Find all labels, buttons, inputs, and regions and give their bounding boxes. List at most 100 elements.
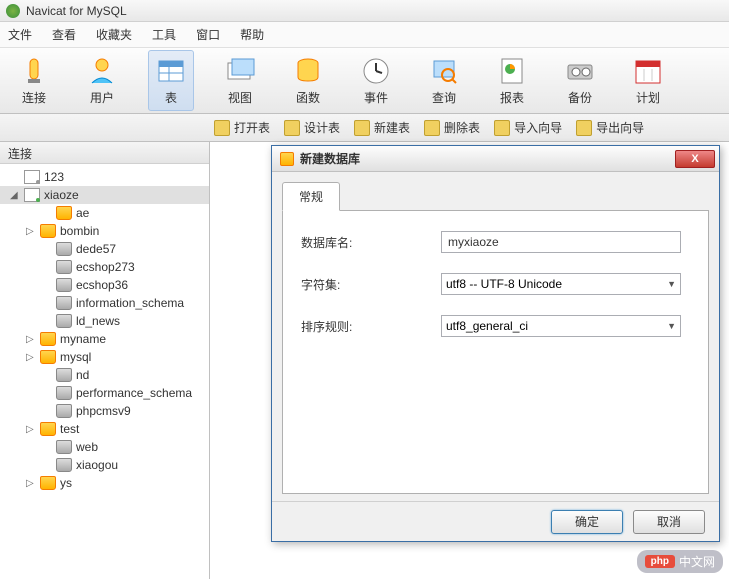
- new-database-dialog: 新建数据库 X 常规 数据库名: 字符集: utf8 -- UTF-8 Unic…: [271, 145, 720, 542]
- tree-server-xiaoze[interactable]: ◢xiaoze: [0, 186, 209, 204]
- tree-db-information-schema[interactable]: information_schema: [0, 294, 209, 312]
- tree-db-web[interactable]: web: [0, 438, 209, 456]
- title-bar: Navicat for MySQL: [0, 0, 729, 22]
- chevron-down-icon: ▼: [667, 321, 676, 331]
- function-icon: [292, 55, 324, 87]
- database-icon: [56, 278, 72, 292]
- tree-server-123[interactable]: 123: [0, 168, 209, 186]
- toolbar-label: 用户: [90, 89, 114, 106]
- collapse-arrow-icon[interactable]: ▷: [26, 478, 36, 489]
- subtool-new-table[interactable]: 新建表: [354, 119, 410, 136]
- ok-button[interactable]: 确定: [551, 510, 623, 534]
- collapse-arrow-icon[interactable]: ▷: [26, 352, 36, 363]
- menu-tools[interactable]: 工具: [152, 26, 176, 43]
- toolbar-label: 计划: [636, 89, 660, 106]
- toolbar-report[interactable]: 报表: [490, 51, 534, 110]
- backup-icon: [564, 55, 596, 87]
- connection-tree: 123 ◢xiaoze ae ▷bombin dede57 ecshop273 …: [0, 164, 209, 496]
- menu-view[interactable]: 查看: [52, 26, 76, 43]
- collapse-arrow-icon[interactable]: ▷: [26, 334, 36, 345]
- tree-db-phpcmsv9[interactable]: phpcmsv9: [0, 402, 209, 420]
- server-icon: [24, 170, 40, 184]
- window-title: Navicat for MySQL: [26, 4, 127, 18]
- form-row-charset: 字符集: utf8 -- UTF-8 Unicode ▼: [301, 273, 690, 295]
- toolbar-schedule[interactable]: 计划: [626, 51, 670, 110]
- collation-select[interactable]: utf8_general_ci ▼: [441, 315, 681, 337]
- database-icon: [56, 386, 72, 400]
- sidebar: 连接 123 ◢xiaoze ae ▷bombin dede57 ecshop2…: [0, 142, 210, 579]
- database-icon: [56, 368, 72, 382]
- tree-db-test[interactable]: ▷test: [0, 420, 209, 438]
- toolbar-label: 事件: [364, 89, 388, 106]
- report-icon: [496, 55, 528, 87]
- tree-db-ae[interactable]: ae: [0, 204, 209, 222]
- toolbar-table[interactable]: 表: [148, 50, 194, 111]
- view-icon: [224, 55, 256, 87]
- import-icon: [494, 120, 510, 136]
- database-icon: [40, 224, 56, 238]
- menu-window[interactable]: 窗口: [196, 26, 220, 43]
- menu-bar: 文件 查看 收藏夹 工具 窗口 帮助: [0, 22, 729, 48]
- database-icon: [56, 440, 72, 454]
- tree-db-myname[interactable]: ▷myname: [0, 330, 209, 348]
- tree-db-xiaogou[interactable]: xiaogou: [0, 456, 209, 474]
- dbname-input[interactable]: [441, 231, 681, 253]
- toolbar-query[interactable]: 查询: [422, 51, 466, 110]
- open-table-icon: [214, 120, 230, 136]
- database-icon: [56, 404, 72, 418]
- subtool-import[interactable]: 导入向导: [494, 119, 562, 136]
- database-icon: [40, 332, 56, 346]
- form-row-collation: 排序规则: utf8_general_ci ▼: [301, 315, 690, 337]
- toolbar-label: 备份: [568, 89, 592, 106]
- toolbar-view[interactable]: 视图: [218, 51, 262, 110]
- expand-arrow-icon[interactable]: ◢: [10, 190, 20, 201]
- app-icon: [6, 4, 20, 18]
- dialog-title-bar[interactable]: 新建数据库 X: [272, 146, 719, 172]
- cancel-button[interactable]: 取消: [633, 510, 705, 534]
- server-icon: [24, 188, 40, 202]
- toolbar-label: 视图: [228, 89, 252, 106]
- toolbar-event[interactable]: 事件: [354, 51, 398, 110]
- toolbar-function[interactable]: 函数: [286, 51, 330, 110]
- tree-db-nd[interactable]: nd: [0, 366, 209, 384]
- toolbar-backup[interactable]: 备份: [558, 51, 602, 110]
- tree-db-ecshop273[interactable]: ecshop273: [0, 258, 209, 276]
- tree-db-performance-schema[interactable]: performance_schema: [0, 384, 209, 402]
- form-row-dbname: 数据库名:: [301, 231, 690, 253]
- subtool-export[interactable]: 导出向导: [576, 119, 644, 136]
- database-icon: [40, 476, 56, 490]
- collation-label: 排序规则:: [301, 318, 441, 335]
- toolbar-label: 查询: [432, 89, 456, 106]
- dialog-title: 新建数据库: [300, 150, 675, 167]
- subtool-delete-table[interactable]: 删除表: [424, 119, 480, 136]
- tree-db-mysql[interactable]: ▷mysql: [0, 348, 209, 366]
- tree-db-ys[interactable]: ▷ys: [0, 474, 209, 492]
- main-toolbar: 连接 用户 表 视图 函数 事件 查询 报表 备份 计划: [0, 48, 729, 114]
- tree-db-ld-news[interactable]: ld_news: [0, 312, 209, 330]
- menu-help[interactable]: 帮助: [240, 26, 264, 43]
- design-table-icon: [284, 120, 300, 136]
- tab-general[interactable]: 常规: [282, 182, 340, 211]
- toolbar-label: 连接: [22, 89, 46, 106]
- subtool-design-table[interactable]: 设计表: [284, 119, 340, 136]
- charset-label: 字符集:: [301, 276, 441, 293]
- tree-db-ecshop36[interactable]: ecshop36: [0, 276, 209, 294]
- tree-db-bombin[interactable]: ▷bombin: [0, 222, 209, 240]
- close-button[interactable]: X: [675, 150, 715, 168]
- toolbar-user[interactable]: 用户: [80, 51, 124, 110]
- tree-db-dede57[interactable]: dede57: [0, 240, 209, 258]
- collation-value: utf8_general_ci: [446, 319, 528, 333]
- charset-select[interactable]: utf8 -- UTF-8 Unicode ▼: [441, 273, 681, 295]
- collapse-arrow-icon[interactable]: ▷: [26, 226, 36, 237]
- schedule-icon: [632, 55, 664, 87]
- toolbar-connection[interactable]: 连接: [12, 51, 56, 110]
- database-icon: [56, 242, 72, 256]
- collapse-arrow-icon[interactable]: ▷: [26, 424, 36, 435]
- menu-file[interactable]: 文件: [8, 26, 32, 43]
- subtool-open-table[interactable]: 打开表: [214, 119, 270, 136]
- tab-strip: 常规: [282, 182, 709, 211]
- toolbar-label: 表: [165, 89, 177, 106]
- sidebar-header: 连接: [0, 142, 209, 164]
- menu-favorites[interactable]: 收藏夹: [96, 26, 132, 43]
- event-icon: [360, 55, 392, 87]
